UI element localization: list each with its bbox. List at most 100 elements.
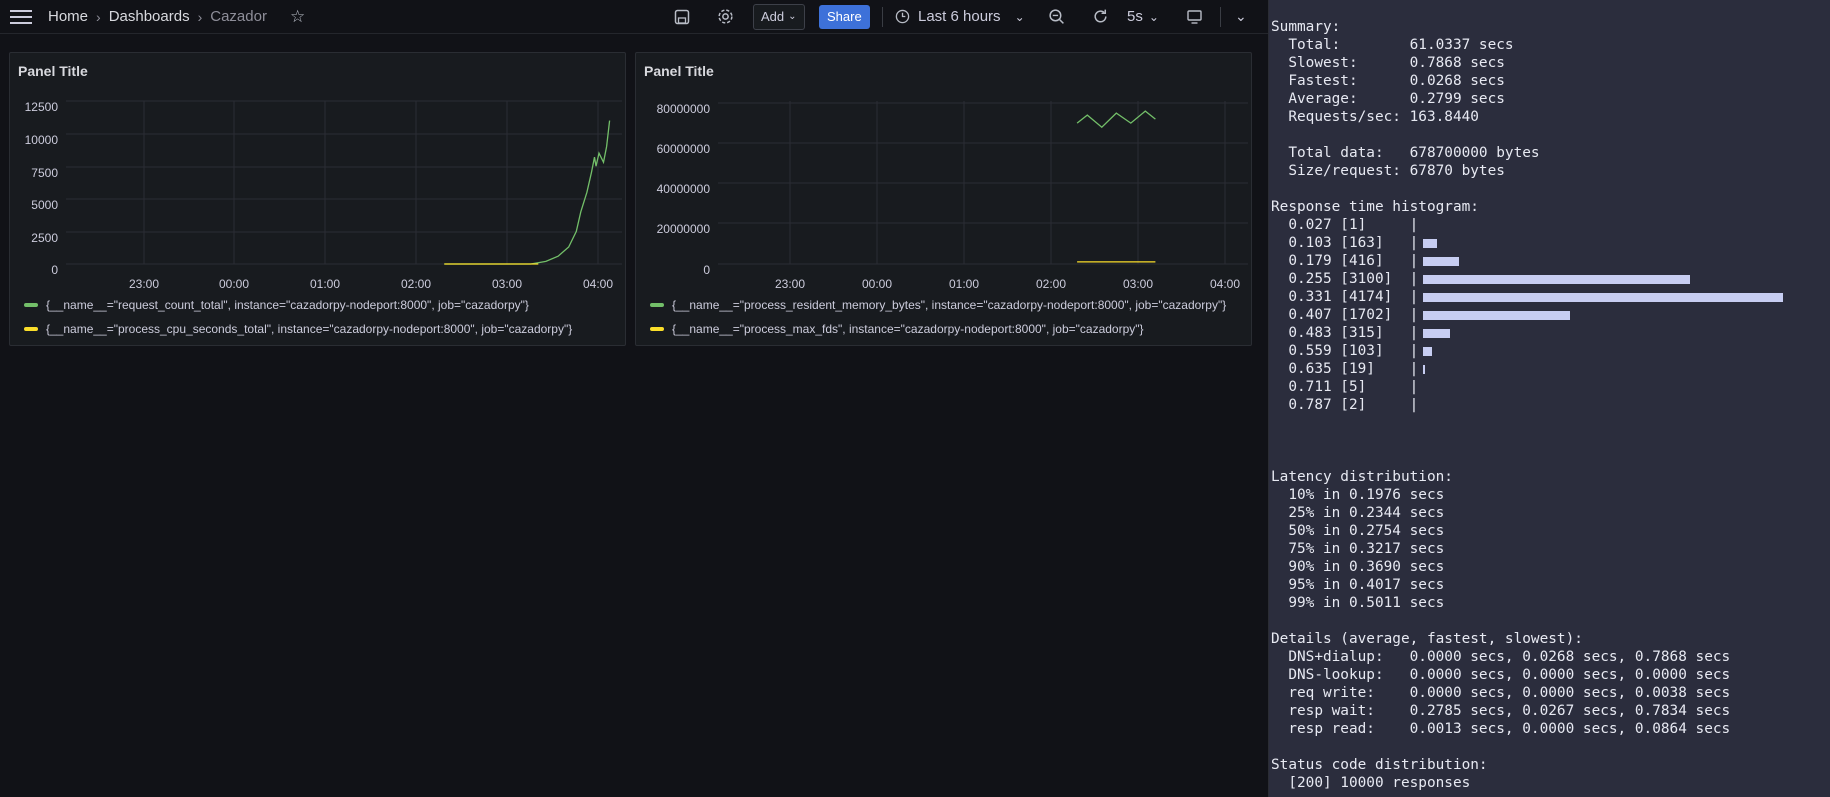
terminal-line: Status code distribution: xyxy=(1271,757,1488,773)
x-tick-label: 00:00 xyxy=(861,277,893,291)
terminal-line: [200] 10000 responses xyxy=(1271,775,1471,791)
chart-plot-area xyxy=(718,101,1248,265)
chevron-right-icon: › xyxy=(197,8,203,25)
terminal-line: 50% in 0.2754 secs xyxy=(1271,523,1445,539)
y-tick-label: 10000 xyxy=(24,133,58,147)
histogram-bar xyxy=(1423,365,1425,374)
terminal-line: 0.331 [4174] | xyxy=(1271,289,1419,305)
chevron-down-icon: ⌄ xyxy=(788,11,797,22)
x-tick-label: 23:00 xyxy=(774,277,806,291)
clock-icon xyxy=(895,9,910,24)
refresh-icon[interactable] xyxy=(1092,0,1109,33)
terminal-line: 0.027 [1] | xyxy=(1271,217,1419,233)
y-tick-label: 7500 xyxy=(31,166,58,180)
x-tick-label: 04:00 xyxy=(1209,277,1241,291)
breadcrumb-home[interactable]: Home xyxy=(48,8,88,25)
terminal-line: 99% in 0.5011 secs xyxy=(1271,595,1445,611)
terminal-output[interactable]: Summary: Total: 61.0337 secs Slowest: 0.… xyxy=(1269,0,1830,797)
y-tick-label: 0 xyxy=(51,263,58,277)
y-tick-label: 80000000 xyxy=(656,102,710,116)
x-tick-label: 23:00 xyxy=(128,277,160,291)
divider xyxy=(882,7,883,27)
chart-plot-area xyxy=(66,100,622,265)
histogram-bar xyxy=(1423,329,1450,338)
terminal-line: Response time histogram: xyxy=(1271,199,1479,215)
x-tick-label: 00:00 xyxy=(218,277,250,291)
chevron-down-icon: ⌄ xyxy=(1014,9,1025,24)
histogram-bar xyxy=(1423,275,1690,284)
terminal-line: DNS-lookup: 0.0000 secs, 0.0000 secs, 0.… xyxy=(1271,667,1731,683)
legend-label: {__name__="process_cpu_seconds_total", i… xyxy=(46,322,573,336)
x-tick-label: 01:00 xyxy=(948,277,980,291)
breadcrumb: Home › Dashboards › Cazador xyxy=(48,0,267,33)
y-tick-label: 5000 xyxy=(31,198,58,212)
legend-label: {__name__="request_count_total", instanc… xyxy=(46,298,529,312)
legend-swatch xyxy=(650,327,664,331)
terminal-line: Requests/sec: 163.8440 xyxy=(1271,109,1479,125)
legend-label: {__name__="process_max_fds", instance="c… xyxy=(672,322,1144,336)
chevron-down-icon[interactable]: ⌄ xyxy=(1235,0,1247,33)
breadcrumb-current: Cazador xyxy=(210,8,267,25)
terminal-line: 0.711 [5] | xyxy=(1271,379,1419,395)
y-tick-label: 20000000 xyxy=(656,222,710,236)
terminal-line: 0.635 [19] | xyxy=(1271,361,1419,377)
menu-icon[interactable] xyxy=(10,0,32,33)
share-button[interactable]: Share xyxy=(819,4,870,29)
legend-swatch xyxy=(24,327,38,331)
y-tick-label: 0 xyxy=(703,263,710,277)
histogram-bar xyxy=(1423,257,1459,266)
legend-item[interactable]: {__name__="process_resident_memory_bytes… xyxy=(650,298,1246,312)
legend-label: {__name__="process_resident_memory_bytes… xyxy=(672,298,1227,312)
terminal-line: 0.559 [103] | xyxy=(1271,343,1419,359)
zoom-out-icon[interactable] xyxy=(1048,0,1065,33)
tv-mode-icon[interactable] xyxy=(1186,0,1203,33)
x-tick-label: 03:00 xyxy=(491,277,523,291)
terminal-line: Average: 0.2799 secs xyxy=(1271,91,1505,107)
breadcrumb-dashboards[interactable]: Dashboards xyxy=(109,8,190,25)
terminal-line: 0.255 [3100] | xyxy=(1271,271,1419,287)
terminal-line: 0.787 [2] | xyxy=(1271,397,1419,413)
terminal-line: 0.103 [163] | xyxy=(1271,235,1419,251)
panel-request-count[interactable]: Panel Title 12500 10000 7500 5000 2500 0… xyxy=(9,52,626,346)
chevron-down-icon: ⌄ xyxy=(1148,9,1159,24)
refresh-interval-picker[interactable]: 5s ⌄ xyxy=(1127,0,1159,33)
terminal-line: DNS+dialup: 0.0000 secs, 0.0268 secs, 0.… xyxy=(1271,649,1731,665)
terminal-line: Total data: 678700000 bytes xyxy=(1271,145,1540,161)
histogram-bar xyxy=(1423,293,1783,302)
top-toolbar: Home › Dashboards › Cazador ☆ Add ⌄ Shar… xyxy=(0,0,1268,34)
y-tick-label: 2500 xyxy=(31,231,58,245)
legend-item[interactable]: {__name__="request_count_total", instanc… xyxy=(24,298,620,312)
legend-item[interactable]: {__name__="process_cpu_seconds_total", i… xyxy=(24,322,620,336)
panel-process-memory[interactable]: Panel Title 80000000 60000000 40000000 2… xyxy=(635,52,1252,346)
add-button[interactable]: Add ⌄ xyxy=(753,3,805,30)
grafana-dashboard: Home › Dashboards › Cazador ☆ Add ⌄ Shar… xyxy=(0,0,1269,797)
terminal-line: Slowest: 0.7868 secs xyxy=(1271,55,1505,71)
series-line xyxy=(444,120,611,265)
terminal-line: resp read: 0.0013 secs, 0.0000 secs, 0.0… xyxy=(1271,721,1731,737)
terminal-line: 0.179 [416] | xyxy=(1271,253,1419,269)
panel-title: Panel Title xyxy=(644,63,714,79)
legend-item[interactable]: {__name__="process_max_fds", instance="c… xyxy=(650,322,1246,336)
terminal-line: req write: 0.0000 secs, 0.0000 secs, 0.0… xyxy=(1271,685,1731,701)
terminal-line: Size/request: 67870 bytes xyxy=(1271,163,1505,179)
terminal-line: Fastest: 0.0268 secs xyxy=(1271,73,1505,89)
terminal-line: Summary: xyxy=(1271,19,1341,35)
terminal-line: 0.483 [315] | xyxy=(1271,325,1419,341)
histogram-bar xyxy=(1423,311,1570,320)
legend-swatch xyxy=(24,303,38,307)
refresh-interval-label: 5s xyxy=(1127,8,1143,25)
terminal-line: Details (average, fastest, slowest): xyxy=(1271,631,1583,647)
star-icon[interactable]: ☆ xyxy=(290,0,305,33)
save-icon[interactable] xyxy=(674,0,690,33)
x-tick-label: 02:00 xyxy=(1035,277,1067,291)
x-tick-label: 04:00 xyxy=(582,277,614,291)
terminal-line: Latency distribution: xyxy=(1271,469,1453,485)
gear-icon[interactable] xyxy=(717,0,734,33)
y-tick-label: 40000000 xyxy=(656,182,710,196)
chevron-right-icon: › xyxy=(96,8,101,25)
panel-title: Panel Title xyxy=(18,63,88,79)
x-tick-label: 01:00 xyxy=(309,277,341,291)
x-tick-label: 02:00 xyxy=(400,277,432,291)
time-range-picker[interactable]: Last 6 hours ⌄ xyxy=(895,0,1025,33)
x-tick-label: 03:00 xyxy=(1122,277,1154,291)
